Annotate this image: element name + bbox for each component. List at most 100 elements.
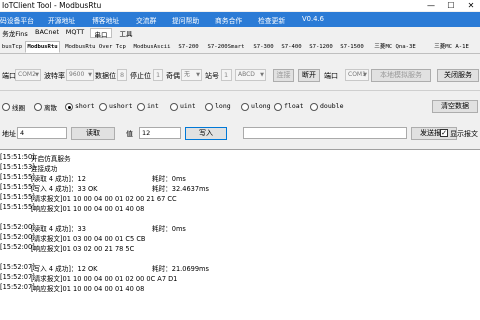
station-input[interactable]: 1 xyxy=(221,69,232,81)
menu-item-group[interactable]: 交流群 xyxy=(136,15,156,25)
serial-settings-row: 端口 COM2 ▼ 波特率 9600 ▼ 数据位 8 停止位 1 奇偶 无 ▼ 站号 … xyxy=(0,69,480,83)
address-input[interactable]: 4 xyxy=(17,127,67,139)
radio-double[interactable] xyxy=(310,103,318,111)
log-time: [15:51:55] xyxy=(0,203,35,211)
tab-mqtt[interactable]: MQTT xyxy=(63,28,87,38)
write-button[interactable]: 写入 xyxy=(185,127,227,140)
menu-item-help[interactable]: 提问帮助 xyxy=(172,15,199,25)
log-duration: 耗时：21.0699ms xyxy=(152,265,209,273)
window-title: IoTClient Tool - ModbusRtu xyxy=(2,1,102,10)
tab-s7-400[interactable]: S7-400 xyxy=(278,41,305,53)
parity-select[interactable]: 无 ▼ xyxy=(181,69,202,81)
station-label: 站号 xyxy=(205,72,219,80)
menu-item-blog[interactable]: 博客地址 xyxy=(92,15,119,25)
radio-coil-label: 线圈 xyxy=(12,104,25,112)
radio-short-label: short xyxy=(75,102,95,110)
parity-label: 奇偶 xyxy=(166,72,180,80)
tab-s7-200smart[interactable]: S7-200Smart xyxy=(204,41,248,53)
divider xyxy=(0,90,480,91)
radio-short[interactable] xyxy=(65,103,73,111)
version-label: V0.4.6 xyxy=(302,15,324,23)
maximize-button[interactable]: ☐ xyxy=(444,0,458,11)
log-message: [写入 4 成功]：33 OK xyxy=(31,185,98,193)
log-message: [响应报文]01 03 02 00 21 78 5C xyxy=(31,245,135,253)
byte-order-select[interactable]: ABCD ▼ xyxy=(235,69,266,81)
show-message-checkbox[interactable]: ✓ xyxy=(440,129,448,137)
log-time: [15:52:07] xyxy=(0,263,35,271)
log-message: [响应报文]01 10 00 04 00 01 40 08 xyxy=(31,205,145,213)
raw-message-input[interactable] xyxy=(243,127,407,139)
tab-s7-1500[interactable]: S7-1500 xyxy=(337,41,367,53)
tab-s7-300[interactable]: S7-300 xyxy=(250,41,277,53)
log-output[interactable]: [15:51:50] 开启仿真服务 [15:51:53] 连接成功 [15:51:5… xyxy=(0,149,480,320)
log-time: [15:52:00] xyxy=(0,223,35,231)
log-message: [请求报文]01 03 00 04 00 01 C5 CB xyxy=(31,235,146,243)
stop-sim-button[interactable]: 关闭服务 xyxy=(437,69,479,82)
radio-int[interactable] xyxy=(137,103,145,111)
close-button[interactable]: ✕ xyxy=(464,0,478,11)
protocol-tabs: busTcp ModbusRtu ModbusRtu Over Tcp Modb… xyxy=(0,38,480,54)
tab-mitsubishi-qna3e[interactable]: 三菱MC Qna-3E xyxy=(369,41,421,53)
radio-double-label: double xyxy=(320,102,344,110)
log-message: [请求报文]01 10 00 04 00 01 02 00 0C A7 D1 xyxy=(31,275,178,283)
stopbits-input[interactable]: 1 xyxy=(153,69,163,81)
radio-uint[interactable] xyxy=(170,103,178,111)
tab-bacnet[interactable]: BACnet xyxy=(32,28,62,38)
read-button[interactable]: 读取 xyxy=(71,127,115,140)
tab-modbusascii[interactable]: ModbusAscii xyxy=(131,41,173,53)
menu-item-business[interactable]: 商务合作 xyxy=(215,15,242,25)
radio-ulong[interactable] xyxy=(241,103,249,111)
port-label: 端口 xyxy=(2,72,16,80)
log-time: [15:52:07] xyxy=(0,283,35,291)
log-time: [15:51:50] xyxy=(0,153,35,161)
tab-s7-200[interactable]: S7-200 xyxy=(175,41,202,53)
radio-float[interactable] xyxy=(274,103,282,111)
log-time: [15:51:53] xyxy=(0,163,35,171)
tab-fins[interactable]: 务龙Fins xyxy=(0,28,30,38)
log-message: [写入 4 成功]：12 OK xyxy=(31,265,98,273)
value-input[interactable]: 12 xyxy=(139,127,181,139)
stopbits-label: 停止位 xyxy=(130,72,151,80)
tab-s7-1200[interactable]: S7-1200 xyxy=(306,41,336,53)
tab-mitsubishi-a1e[interactable]: 三菱MC A-1E xyxy=(423,41,480,53)
data-type-row: 线圈 离散 short ushort int uint long ulong f… xyxy=(0,100,480,113)
disconnect-button[interactable]: 断开 xyxy=(298,69,320,82)
log-duration: 耗时：32.4637ms xyxy=(152,185,209,193)
log-message: [读取 4 成功]：12 xyxy=(31,175,86,183)
sim-port-select[interactable]: COM1 ▼ xyxy=(345,69,369,81)
databits-input[interactable]: 8 xyxy=(117,69,127,81)
tab-tools[interactable]: 工具 xyxy=(115,28,137,38)
menu-bar: 码设备平台 开源地址 博客地址 交流群 提问帮助 商务合作 检查更新 V0.4.… xyxy=(0,12,480,27)
tab-serial[interactable]: 串口 xyxy=(90,28,112,39)
log-duration: 耗时：0ms xyxy=(152,225,186,233)
radio-discrete[interactable] xyxy=(34,103,42,111)
tab-modbusrtu-over-tcp[interactable]: ModbusRtu Over Tcp xyxy=(62,41,129,53)
menu-item-device-platform[interactable]: 码设备平台 xyxy=(0,15,34,25)
baud-select[interactable]: 9600 ▼ xyxy=(66,69,94,81)
minimize-button[interactable]: — xyxy=(424,0,438,11)
radio-coil[interactable] xyxy=(2,103,10,111)
radio-int-label: int xyxy=(147,102,159,110)
protocol-group-tabs: 务龙Fins BACnet MQTT 串口 工具 xyxy=(0,28,480,39)
log-duration: 耗时：0ms xyxy=(152,175,186,183)
start-sim-button[interactable]: 本地模拟服务 xyxy=(371,69,431,82)
radio-long[interactable] xyxy=(205,103,213,111)
clear-data-button[interactable]: 清空数据 xyxy=(432,100,478,113)
connect-button[interactable]: 连接 xyxy=(273,69,294,82)
tab-modbustcp[interactable]: busTcp xyxy=(0,41,24,53)
tab-modbusrtu[interactable]: ModbusRtu xyxy=(25,41,60,53)
menu-item-update[interactable]: 检查更新 xyxy=(258,15,285,25)
log-time: [15:51:55] xyxy=(0,183,35,191)
radio-uint-label: uint xyxy=(180,102,196,110)
port-select[interactable]: COM2 ▼ xyxy=(15,69,41,81)
menu-item-source[interactable]: 开源地址 xyxy=(48,15,75,25)
log-message: [响应报文]01 10 00 04 00 01 40 08 xyxy=(31,285,145,293)
radio-discrete-label: 离散 xyxy=(44,104,57,112)
sim-port-label: 端口 xyxy=(324,72,338,80)
log-time: [15:51:55] xyxy=(0,173,35,181)
radio-ushort[interactable] xyxy=(99,103,107,111)
radio-ushort-label: ushort xyxy=(109,102,133,110)
log-message: 连接成功 xyxy=(31,165,58,173)
value-label: 值 xyxy=(126,130,133,138)
address-label: 地址 xyxy=(2,130,16,138)
